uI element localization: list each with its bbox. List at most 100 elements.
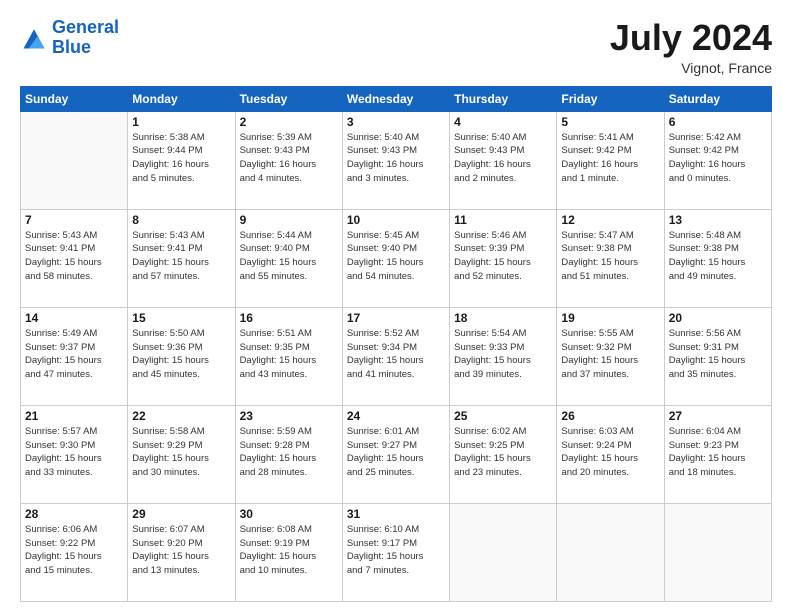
col-sunday: Sunday xyxy=(21,86,128,111)
calendar-cell: 5 Sunrise: 5:41 AM Sunset: 9:42 PM Daylig… xyxy=(557,111,664,209)
calendar-header: Sunday Monday Tuesday Wednesday Thursday… xyxy=(21,86,772,111)
day-number: 11 xyxy=(454,213,552,227)
calendar-cell: 17 Sunrise: 5:52 AM Sunset: 9:34 PM Dayli… xyxy=(342,307,449,405)
day-info: Sunrise: 5:49 AM Sunset: 9:37 PM Dayligh… xyxy=(25,327,123,382)
day-number: 14 xyxy=(25,311,123,325)
day-info: Sunrise: 5:40 AM Sunset: 9:43 PM Dayligh… xyxy=(347,131,445,186)
day-info: Sunrise: 5:47 AM Sunset: 9:38 PM Dayligh… xyxy=(561,229,659,284)
day-number: 22 xyxy=(132,409,230,423)
header: General Blue July 2024 Vignot, France xyxy=(20,18,772,76)
day-info: Sunrise: 5:40 AM Sunset: 9:43 PM Dayligh… xyxy=(454,131,552,186)
day-number: 23 xyxy=(240,409,338,423)
calendar-cell: 16Sunrise: 5:51 AM Sunset: 9:35 PM Dayli… xyxy=(235,307,342,405)
day-number: 29 xyxy=(132,507,230,521)
day-info: Sunrise: 6:03 AM Sunset: 9:24 PM Dayligh… xyxy=(561,425,659,480)
calendar-cell: 21Sunrise: 5:57 AM Sunset: 9:30 PM Dayli… xyxy=(21,405,128,503)
day-number: 21 xyxy=(25,409,123,423)
day-info: Sunrise: 5:59 AM Sunset: 9:28 PM Dayligh… xyxy=(240,425,338,480)
calendar-week-1: 1 Sunrise: 5:38 AM Sunset: 9:44 PM Daylig… xyxy=(21,111,772,209)
calendar-cell: 12 Sunrise: 5:47 AM Sunset: 9:38 PM Dayli… xyxy=(557,209,664,307)
calendar-cell: 1 Sunrise: 5:38 AM Sunset: 9:44 PM Daylig… xyxy=(128,111,235,209)
calendar-table: Sunday Monday Tuesday Wednesday Thursday… xyxy=(20,86,772,602)
day-info: Sunrise: 5:52 AM Sunset: 9:34 PM Dayligh… xyxy=(347,327,445,382)
day-number: 19 xyxy=(561,311,659,325)
calendar-cell: 31 Sunrise: 6:10 AM Sunset: 9:17 PM Dayli… xyxy=(342,503,449,601)
day-number: 5 xyxy=(561,115,659,129)
calendar-cell: 6Sunrise: 5:42 AM Sunset: 9:42 PM Daylig… xyxy=(664,111,771,209)
day-number: 27 xyxy=(669,409,767,423)
calendar-cell: 29Sunrise: 6:07 AM Sunset: 9:20 PM Dayli… xyxy=(128,503,235,601)
day-info: Sunrise: 6:06 AM Sunset: 9:22 PM Dayligh… xyxy=(25,523,123,578)
day-number: 17 xyxy=(347,311,445,325)
calendar-cell xyxy=(557,503,664,601)
col-tuesday: Tuesday xyxy=(235,86,342,111)
day-number: 18 xyxy=(454,311,552,325)
calendar-week-3: 14 Sunrise: 5:49 AM Sunset: 9:37 PM Dayli… xyxy=(21,307,772,405)
calendar-cell: 24 Sunrise: 6:01 AM Sunset: 9:27 PM Dayli… xyxy=(342,405,449,503)
day-info: Sunrise: 6:08 AM Sunset: 9:19 PM Dayligh… xyxy=(240,523,338,578)
day-info: Sunrise: 5:50 AM Sunset: 9:36 PM Dayligh… xyxy=(132,327,230,382)
day-number: 25 xyxy=(454,409,552,423)
calendar-cell: 9Sunrise: 5:44 AM Sunset: 9:40 PM Daylig… xyxy=(235,209,342,307)
day-number: 31 xyxy=(347,507,445,521)
calendar-cell: 27 Sunrise: 6:04 AM Sunset: 9:23 PM Dayli… xyxy=(664,405,771,503)
calendar-cell xyxy=(664,503,771,601)
day-number: 20 xyxy=(669,311,767,325)
day-number: 15 xyxy=(132,311,230,325)
calendar-cell: 3 Sunrise: 5:40 AM Sunset: 9:43 PM Daylig… xyxy=(342,111,449,209)
calendar-cell: 18 Sunrise: 5:54 AM Sunset: 9:33 PM Dayli… xyxy=(450,307,557,405)
calendar-cell xyxy=(450,503,557,601)
title-block: July 2024 Vignot, France xyxy=(610,18,772,76)
day-number: 1 xyxy=(132,115,230,129)
day-info: Sunrise: 6:04 AM Sunset: 9:23 PM Dayligh… xyxy=(669,425,767,480)
day-number: 8 xyxy=(132,213,230,227)
day-info: Sunrise: 5:56 AM Sunset: 9:31 PM Dayligh… xyxy=(669,327,767,382)
calendar-cell: 15 Sunrise: 5:50 AM Sunset: 9:36 PM Dayli… xyxy=(128,307,235,405)
day-info: Sunrise: 5:38 AM Sunset: 9:44 PM Dayligh… xyxy=(132,131,230,186)
day-info: Sunrise: 6:01 AM Sunset: 9:27 PM Dayligh… xyxy=(347,425,445,480)
day-number: 30 xyxy=(240,507,338,521)
calendar-cell: 20 Sunrise: 5:56 AM Sunset: 9:31 PM Dayli… xyxy=(664,307,771,405)
page: General Blue July 2024 Vignot, France Su… xyxy=(0,0,792,612)
calendar-body: 1 Sunrise: 5:38 AM Sunset: 9:44 PM Daylig… xyxy=(21,111,772,601)
day-info: Sunrise: 5:46 AM Sunset: 9:39 PM Dayligh… xyxy=(454,229,552,284)
logo-icon xyxy=(20,24,48,52)
calendar-cell: 4 Sunrise: 5:40 AM Sunset: 9:43 PM Daylig… xyxy=(450,111,557,209)
calendar-cell: 25Sunrise: 6:02 AM Sunset: 9:25 PM Dayli… xyxy=(450,405,557,503)
day-info: Sunrise: 5:43 AM Sunset: 9:41 PM Dayligh… xyxy=(25,229,123,284)
calendar-cell: 8Sunrise: 5:43 AM Sunset: 9:41 PM Daylig… xyxy=(128,209,235,307)
day-number: 13 xyxy=(669,213,767,227)
calendar-cell: 11 Sunrise: 5:46 AM Sunset: 9:39 PM Dayli… xyxy=(450,209,557,307)
day-info: Sunrise: 5:41 AM Sunset: 9:42 PM Dayligh… xyxy=(561,131,659,186)
logo-blue: Blue xyxy=(52,37,91,57)
day-number: 4 xyxy=(454,115,552,129)
calendar-cell: 7 Sunrise: 5:43 AM Sunset: 9:41 PM Daylig… xyxy=(21,209,128,307)
calendar-cell: 22Sunrise: 5:58 AM Sunset: 9:29 PM Dayli… xyxy=(128,405,235,503)
day-number: 7 xyxy=(25,213,123,227)
calendar-week-4: 21Sunrise: 5:57 AM Sunset: 9:30 PM Dayli… xyxy=(21,405,772,503)
day-number: 2 xyxy=(240,115,338,129)
calendar-cell: 30 Sunrise: 6:08 AM Sunset: 9:19 PM Dayli… xyxy=(235,503,342,601)
day-number: 12 xyxy=(561,213,659,227)
day-info: Sunrise: 5:45 AM Sunset: 9:40 PM Dayligh… xyxy=(347,229,445,284)
day-info: Sunrise: 5:55 AM Sunset: 9:32 PM Dayligh… xyxy=(561,327,659,382)
day-number: 3 xyxy=(347,115,445,129)
calendar-cell: 23 Sunrise: 5:59 AM Sunset: 9:28 PM Dayli… xyxy=(235,405,342,503)
logo: General Blue xyxy=(20,18,119,58)
col-saturday: Saturday xyxy=(664,86,771,111)
weekday-row: Sunday Monday Tuesday Wednesday Thursday… xyxy=(21,86,772,111)
logo-text: General Blue xyxy=(52,18,119,58)
day-info: Sunrise: 6:10 AM Sunset: 9:17 PM Dayligh… xyxy=(347,523,445,578)
day-info: Sunrise: 5:39 AM Sunset: 9:43 PM Dayligh… xyxy=(240,131,338,186)
col-monday: Monday xyxy=(128,86,235,111)
day-number: 6 xyxy=(669,115,767,129)
calendar-week-2: 7 Sunrise: 5:43 AM Sunset: 9:41 PM Daylig… xyxy=(21,209,772,307)
day-info: Sunrise: 5:51 AM Sunset: 9:35 PM Dayligh… xyxy=(240,327,338,382)
day-info: Sunrise: 5:54 AM Sunset: 9:33 PM Dayligh… xyxy=(454,327,552,382)
calendar-cell: 28Sunrise: 6:06 AM Sunset: 9:22 PM Dayli… xyxy=(21,503,128,601)
day-number: 26 xyxy=(561,409,659,423)
day-number: 24 xyxy=(347,409,445,423)
location: Vignot, France xyxy=(610,60,772,76)
calendar-week-5: 28Sunrise: 6:06 AM Sunset: 9:22 PM Dayli… xyxy=(21,503,772,601)
calendar-cell: 10Sunrise: 5:45 AM Sunset: 9:40 PM Dayli… xyxy=(342,209,449,307)
